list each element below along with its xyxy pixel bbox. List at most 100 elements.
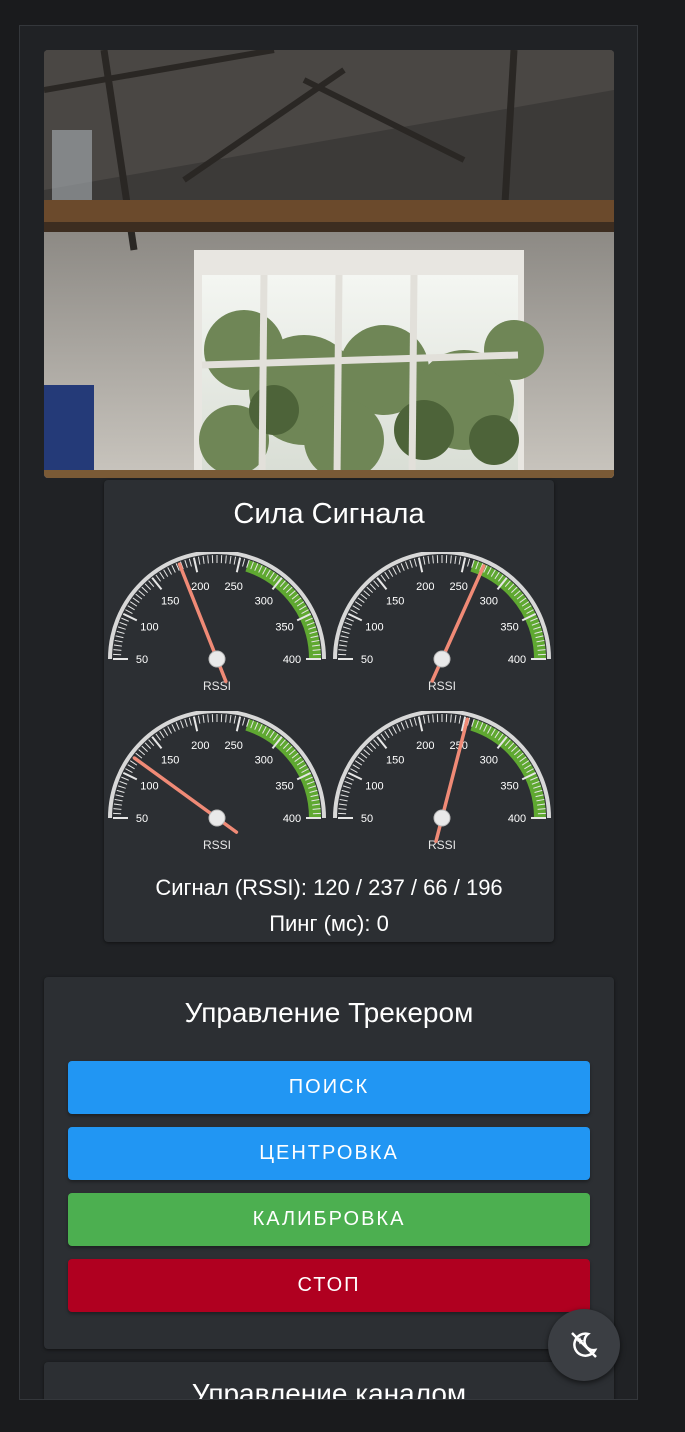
gauge-tick (450, 714, 452, 723)
gauge-tick (113, 808, 122, 810)
gauge-dial: 50100150200 250300350400RSSI (108, 711, 326, 852)
gauge-tick-label: 350 (500, 780, 518, 792)
gauge-tick (384, 571, 390, 580)
gauge-tick-label: 400 (283, 813, 301, 825)
gauge-tick (202, 555, 205, 564)
gauge-tick (233, 715, 237, 724)
gauge-tick (350, 768, 358, 773)
gauge-tick (127, 605, 135, 611)
gauge-tick (366, 586, 373, 594)
gauge-tick (400, 563, 405, 571)
gauge-tick (341, 789, 350, 793)
gauge-tick (242, 717, 246, 726)
gauge-tick (363, 590, 371, 597)
gauge-tick-label: 400 (508, 813, 526, 825)
gauge-tick (113, 644, 122, 647)
gauge-tick (450, 555, 452, 564)
gauge-tick (338, 803, 347, 806)
tracker-control-card: Управление Трекером ПОИСК ЦЕНТРОВКА КАЛИ… (44, 977, 614, 1349)
center-button[interactable]: ЦЕНТРОВКА (68, 1127, 590, 1180)
gauge-tick (117, 626, 126, 630)
gauge-tick (121, 617, 129, 622)
gauge-tick (129, 760, 138, 766)
gauge-tick (179, 720, 184, 729)
gauge-tick-label: 150 (161, 754, 179, 766)
gauge-tick (396, 565, 401, 573)
gauge-tick (225, 555, 227, 564)
gauge-tick (467, 558, 471, 567)
gauge-hub (208, 650, 226, 668)
gauge-tick-label: 100 (140, 780, 158, 792)
gauge-tick (369, 583, 377, 590)
gauge-tick (339, 639, 348, 643)
gauge-tick (119, 621, 128, 626)
gauge-tick (388, 728, 394, 736)
gauge-tick-label: 350 (500, 621, 518, 633)
gauge-tick (113, 649, 122, 651)
gauge-dial: 50100150200 250300350400RSSI (333, 552, 551, 693)
gauge-tick (344, 780, 353, 785)
gauge-tick (129, 601, 138, 607)
gauge-tick (376, 577, 388, 591)
calibrate-button[interactable]: КАЛИБРОВКА (68, 1193, 590, 1246)
gauge-tick (135, 593, 143, 600)
gauge-tick (113, 803, 122, 806)
gauge-tick (132, 597, 140, 603)
gauge-tick (163, 569, 169, 577)
gauge-tick-label: 100 (365, 621, 383, 633)
gauge-tick (163, 728, 169, 736)
gauge-tick (340, 794, 349, 798)
rssi-gauge-1: 50 100 150 200 250 300 350 400 RSSI (106, 552, 328, 708)
gauge-tick (413, 717, 417, 726)
gauge-tick (409, 718, 413, 727)
gauge-tick (338, 649, 347, 651)
gauge-tick (400, 722, 405, 730)
gauge-tick (116, 789, 125, 793)
gauge-tick (392, 567, 397, 575)
gauge-tick (192, 557, 199, 573)
gauge-tick (115, 635, 124, 639)
gauge-tick (233, 556, 237, 565)
gauge-label: RSSI (203, 838, 231, 852)
gauge-tick (344, 621, 353, 626)
gauge-tick (192, 716, 199, 732)
gauge-tick (114, 798, 123, 802)
search-button[interactable]: ПОИСК (68, 1061, 590, 1114)
gauge-tick (360, 752, 368, 759)
gauge-tick (417, 557, 424, 573)
gauge-tick-label: 250 (225, 581, 243, 593)
gauge-tick (373, 580, 380, 588)
gauge-tick (376, 736, 388, 750)
camera-feed (44, 50, 614, 478)
gauge-tick (141, 586, 148, 594)
gauge-tick (380, 574, 386, 582)
gauge-tick (454, 714, 457, 723)
gauge-hub (433, 650, 451, 668)
gauge-tick (340, 635, 349, 639)
gauge-tick (373, 739, 380, 747)
theme-toggle-button[interactable] (548, 1309, 620, 1381)
gauge-tick (354, 760, 363, 766)
channel-control-card: Управление каналом (44, 1362, 614, 1399)
gauge-tick (354, 601, 363, 607)
gauge-tick-label: 50 (136, 654, 148, 666)
gauge-tick (346, 617, 354, 622)
gauge-tick (427, 714, 430, 723)
gauge-tick (151, 736, 163, 750)
gauge-tick-label: 50 (136, 813, 148, 825)
gauge-hub (433, 809, 451, 827)
gauge-tick (229, 714, 232, 723)
gauge-tick (138, 590, 146, 597)
gauge-tick-label: 250 (225, 740, 243, 752)
stop-button[interactable]: СТОП (68, 1259, 590, 1312)
ping-readout: Пинг (мс): 0 (269, 911, 389, 936)
gauge-tick (350, 609, 358, 614)
gauge-tick-label: 200 (416, 581, 434, 593)
gauge-tick (119, 780, 128, 785)
gauge-tick (366, 745, 373, 753)
gauge-tick (171, 724, 176, 732)
gauge-tick (197, 556, 201, 565)
gauge-tick (188, 558, 192, 567)
gauge-tick (207, 555, 209, 564)
theme-toggle-icon (571, 1332, 598, 1358)
